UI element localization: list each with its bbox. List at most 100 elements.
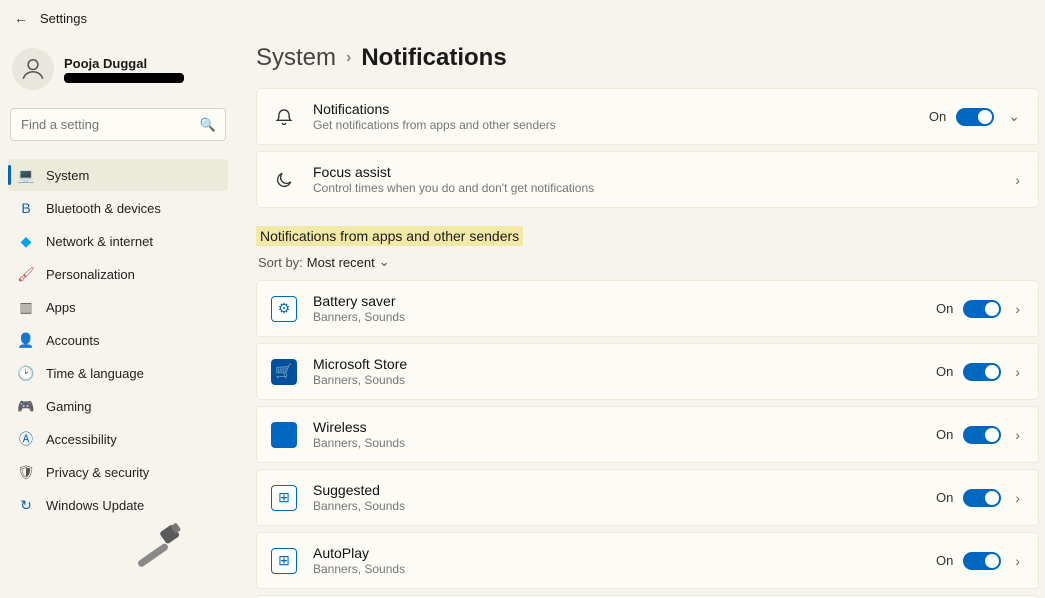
app-toggle[interactable] — [963, 363, 1001, 381]
apps-icon: ▥ — [18, 299, 34, 315]
app-toggle[interactable] — [963, 426, 1001, 444]
sidebar-item-label: Accessibility — [46, 432, 117, 447]
user-profile[interactable]: Pooja Duggal — [8, 42, 228, 100]
sidebar-item-bluetooth[interactable]: B Bluetooth & devices — [8, 192, 228, 224]
shield-icon: 🛡 — [18, 464, 34, 480]
sidebar-item-apps[interactable]: ▥ Apps — [8, 291, 228, 323]
sidebar-item-network[interactable]: ◆ Network & internet — [8, 225, 228, 257]
card-title: Notifications — [313, 101, 913, 117]
toggle-state: On — [929, 109, 946, 124]
battery-saver-icon: ⚙ — [271, 296, 297, 322]
app-toggle[interactable] — [963, 489, 1001, 507]
card-subtitle: Get notifications from apps and other se… — [313, 118, 913, 132]
user-name: Pooja Duggal — [64, 56, 184, 71]
app-row-battery-saver[interactable]: ⚙ Battery saver Banners, Sounds On › — [256, 280, 1039, 337]
sidebar-item-accounts[interactable]: 👤 Accounts — [8, 324, 228, 356]
accessibility-icon: Ⓐ — [18, 431, 34, 447]
search-wrap: 🔍 — [10, 108, 226, 141]
sort-value: Most recent — [307, 255, 375, 270]
bluetooth-icon: B — [18, 200, 34, 216]
sidebar-item-system[interactable]: 💻 System — [8, 159, 228, 191]
toggle-state: On — [936, 427, 953, 442]
window-title: Settings — [40, 11, 87, 26]
update-icon: ↻ — [18, 497, 34, 513]
avatar-icon — [12, 48, 54, 90]
toggle-state: On — [936, 301, 953, 316]
sort-label: Sort by: — [258, 255, 303, 270]
titlebar: ← Settings — [0, 0, 1045, 36]
chevron-right-icon[interactable]: › — [1011, 364, 1024, 380]
chevron-right-icon[interactable]: › — [1011, 301, 1024, 317]
notifications-card[interactable]: Notifications Get notifications from app… — [256, 88, 1039, 145]
sort-dropdown[interactable]: Sort by: Most recent ⌄ — [258, 254, 1039, 270]
moon-icon — [271, 170, 297, 190]
sidebar-item-label: Network & internet — [46, 234, 153, 249]
app-name: Suggested — [313, 482, 920, 498]
chevron-right-icon[interactable]: › — [1011, 553, 1024, 569]
section-heading: Notifications from apps and other sender… — [256, 226, 1039, 246]
suggested-icon: ⊞ — [271, 485, 297, 511]
network-icon: ◆ — [18, 233, 34, 249]
app-sub: Banners, Sounds — [313, 562, 920, 576]
sidebar-item-label: Windows Update — [46, 498, 144, 513]
app-row-wireless[interactable]: Wireless Banners, Sounds On › — [256, 406, 1039, 463]
chevron-right-icon[interactable]: › — [1011, 172, 1024, 188]
nav: 💻 System B Bluetooth & devices ◆ Network… — [8, 159, 228, 521]
chevron-down-icon[interactable]: ⌄ — [1004, 108, 1024, 125]
sidebar-item-label: Privacy & security — [46, 465, 149, 480]
sidebar-item-time[interactable]: 🕑 Time & language — [8, 357, 228, 389]
app-name: Microsoft Store — [313, 356, 920, 372]
sidebar-item-label: Bluetooth & devices — [46, 201, 161, 216]
sidebar-item-label: Gaming — [46, 399, 92, 414]
toggle-state: On — [936, 490, 953, 505]
brush-icon: 🖌 — [18, 266, 34, 282]
app-sub: Banners, Sounds — [313, 436, 920, 450]
sidebar-item-personalization[interactable]: 🖌 Personalization — [8, 258, 228, 290]
system-icon: 💻 — [18, 167, 34, 183]
app-sub: Banners, Sounds — [313, 310, 920, 324]
sidebar-item-label: Time & language — [46, 366, 144, 381]
gaming-icon: 🎮 — [18, 398, 34, 414]
sidebar: Pooja Duggal 🔍 💻 System B Bluetooth & de… — [0, 36, 236, 598]
app-row-autoplay[interactable]: ⊞ AutoPlay Banners, Sounds On › — [256, 532, 1039, 589]
app-name: Battery saver — [313, 293, 920, 309]
toggle-state: On — [936, 553, 953, 568]
focus-assist-card[interactable]: Focus assist Control times when you do a… — [256, 151, 1039, 208]
app-sub: Banners, Sounds — [313, 373, 920, 387]
person-icon: 👤 — [18, 332, 34, 348]
breadcrumb: System › Notifications — [256, 40, 1039, 88]
sidebar-item-accessibility[interactable]: Ⓐ Accessibility — [8, 423, 228, 455]
sidebar-item-label: System — [46, 168, 89, 183]
app-toggle[interactable] — [963, 552, 1001, 570]
sidebar-item-privacy[interactable]: 🛡 Privacy & security — [8, 456, 228, 488]
chevron-right-icon[interactable]: › — [1011, 490, 1024, 506]
hammer-icon — [130, 520, 190, 580]
app-row-suggested[interactable]: ⊞ Suggested Banners, Sounds On › — [256, 469, 1039, 526]
back-button[interactable]: ← — [14, 10, 28, 26]
app-sub: Banners, Sounds — [313, 499, 920, 513]
toggle-state: On — [936, 364, 953, 379]
sidebar-item-label: Apps — [46, 300, 76, 315]
app-row-microsoft-store[interactable]: 🛒 Microsoft Store Banners, Sounds On › — [256, 343, 1039, 400]
search-input[interactable] — [10, 108, 226, 141]
breadcrumb-parent[interactable]: System — [256, 44, 336, 72]
card-title: Focus assist — [313, 164, 995, 180]
sidebar-item-gaming[interactable]: 🎮 Gaming — [8, 390, 228, 422]
store-icon: 🛒 — [271, 359, 297, 385]
chevron-right-icon[interactable]: › — [1011, 427, 1024, 443]
bell-icon — [271, 107, 297, 127]
main-content: System › Notifications Notifications Get… — [236, 36, 1045, 598]
notifications-toggle[interactable] — [956, 108, 994, 126]
card-subtitle: Control times when you do and don't get … — [313, 181, 995, 195]
wireless-icon — [271, 422, 297, 448]
chevron-down-icon: ⌄ — [379, 254, 390, 270]
app-toggle[interactable] — [963, 300, 1001, 318]
section-heading-text: Notifications from apps and other sender… — [256, 226, 523, 246]
user-email-redacted — [64, 73, 184, 83]
autoplay-icon: ⊞ — [271, 548, 297, 574]
breadcrumb-current: Notifications — [361, 44, 506, 72]
sidebar-item-label: Personalization — [46, 267, 135, 282]
sidebar-item-update[interactable]: ↻ Windows Update — [8, 489, 228, 521]
chevron-right-icon: › — [346, 49, 351, 67]
app-name: Wireless — [313, 419, 920, 435]
